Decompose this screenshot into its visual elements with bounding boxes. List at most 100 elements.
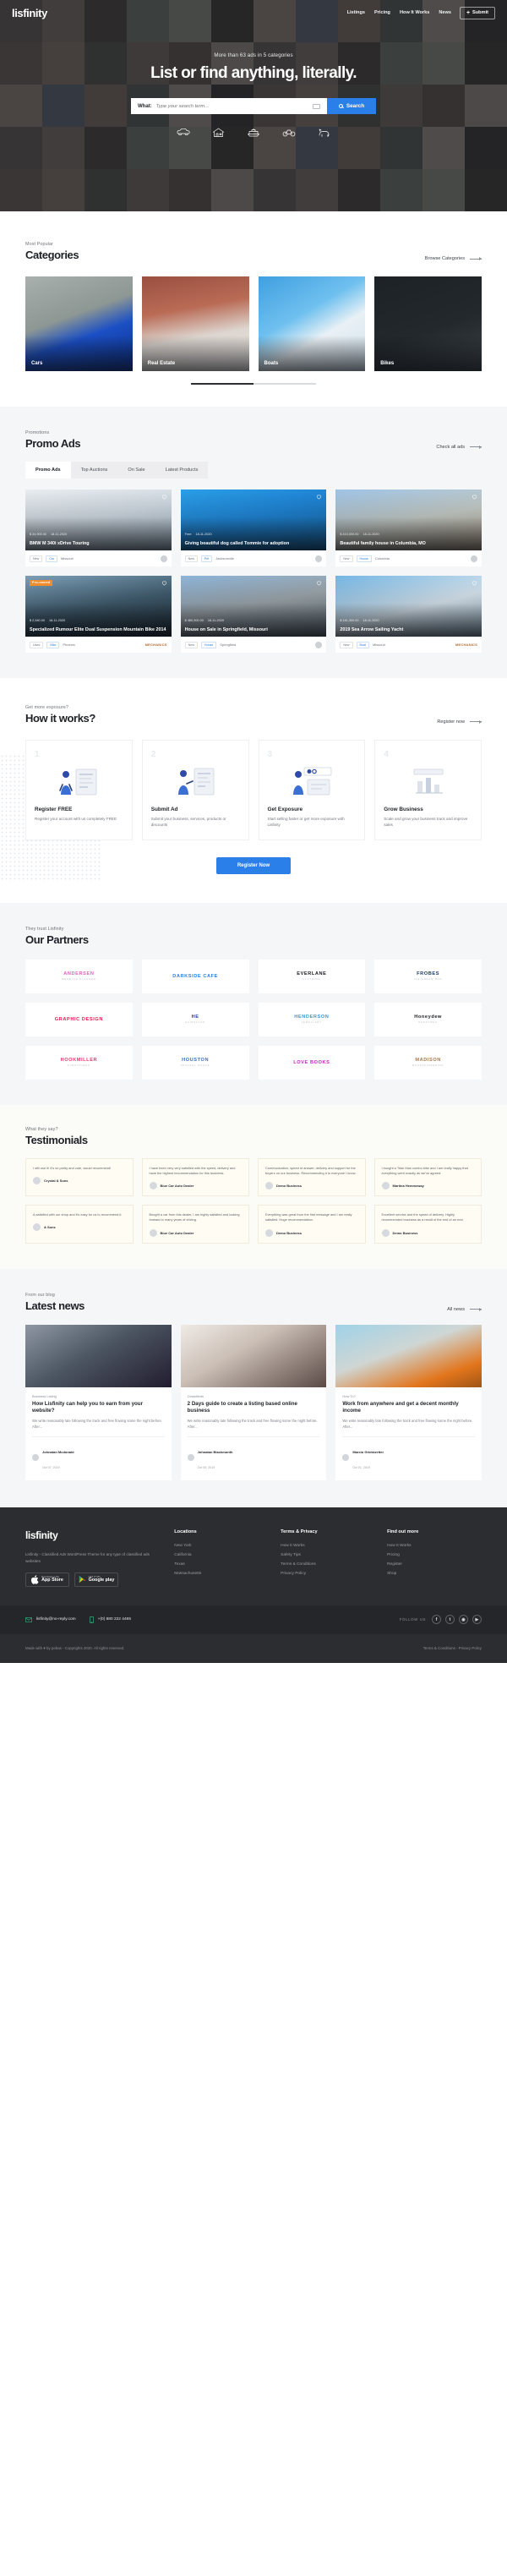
footer-link-how-it-works[interactable]: How It Works	[281, 1544, 375, 1548]
browse-categories-link[interactable]: Browse Categories	[425, 256, 482, 261]
search-icon	[338, 104, 343, 108]
footer-legal-links[interactable]: Terms & Conditions - Privacy Policy	[423, 1646, 482, 1650]
footer-link-privacy-policy[interactable]: Privacy Policy	[281, 1572, 375, 1576]
nav-link-listings[interactable]: Listings	[347, 10, 365, 15]
register-now-link[interactable]: Register now	[437, 719, 482, 725]
youtube-icon[interactable]: ▶	[472, 1615, 482, 1625]
news-card-meta: Johnatan Mcdonald Oct 07, 2019	[32, 1436, 165, 1473]
app-store-button[interactable]: Download on the App Store	[25, 1572, 69, 1587]
ad-condition-chip: New	[30, 555, 43, 562]
search-input[interactable]	[155, 103, 308, 109]
partners-grid: ANDERSEN WEDDING PLANNER DARKSIDE CAFE EVER…	[25, 959, 482, 1080]
submit-ad-label: Submit	[472, 10, 488, 15]
tab-promo-ads[interactable]: Promo Ads	[25, 461, 71, 479]
ad-card[interactable]: Pro-owned $ 2,540.00 18-11-2020 Speciali…	[25, 575, 172, 653]
house-icon[interactable]	[212, 128, 225, 138]
avatar	[32, 1454, 39, 1462]
ad-title: Giving beautiful dog called Tommie for a…	[184, 540, 290, 546]
all-news-link[interactable]: All news	[447, 1307, 482, 1312]
browse-categories-label: Browse Categories	[424, 256, 465, 261]
category-card[interactable]: Real Estate	[141, 276, 249, 371]
favorite-icon[interactable]	[161, 494, 167, 500]
ad-card[interactable]: $ 34,900.00 18-11-2020 BMW M 340i xDrive…	[25, 489, 172, 566]
footer-link-how-it-works-2[interactable]: How It Works	[387, 1544, 482, 1548]
pet-icon[interactable]	[318, 128, 330, 138]
favorite-icon[interactable]	[161, 580, 167, 586]
ad-badges: Pro-owned	[30, 579, 53, 586]
nav-link-how-it-works[interactable]: How It Works	[400, 10, 429, 15]
register-now-button[interactable]: Register Now	[216, 856, 291, 874]
partner-card[interactable]: EVERLANE CLOTHING	[258, 959, 366, 993]
partner-card[interactable]: FROBES ICE CREAM BAR	[374, 959, 482, 993]
search-button[interactable]: Search	[327, 98, 376, 114]
partner-card[interactable]: ANDERSEN WEDDING PLANNER	[25, 959, 133, 993]
footer-link-california[interactable]: California	[174, 1553, 269, 1557]
site-logo[interactable]: lisfinity	[12, 7, 47, 19]
promo-title: Promo Ads	[25, 436, 81, 450]
news-card[interactable]: Business Listing How Lisfinity can help …	[25, 1324, 172, 1481]
keyboard-icon[interactable]	[313, 103, 320, 109]
facebook-icon[interactable]: f	[432, 1615, 441, 1625]
ad-card[interactable]: $ 410,000.00 18-11-2020 Beautiful family…	[335, 489, 482, 566]
phone-icon	[89, 1616, 94, 1623]
partner-name: HE	[191, 1015, 199, 1020]
footer-link-shop[interactable]: Shop	[387, 1572, 482, 1576]
category-card[interactable]: Boats	[258, 276, 366, 371]
step-title: Grow Business	[384, 806, 423, 812]
tab-on-sale[interactable]: On Sale	[117, 462, 155, 479]
favorite-icon[interactable]	[472, 580, 477, 586]
category-card[interactable]: Cars	[25, 276, 133, 371]
categories-carousel-indicator[interactable]	[25, 383, 482, 385]
twitter-icon[interactable]: t	[445, 1615, 455, 1625]
partner-card[interactable]: DARKSIDE CAFE	[141, 959, 249, 993]
carousel-bar[interactable]	[254, 383, 316, 385]
nav-link-news[interactable]: News	[439, 10, 451, 15]
footer-about-text: Lisfinity - Classified Ads WordPress The…	[25, 1552, 150, 1564]
footer-link-safety-tips[interactable]: Safety Tips	[281, 1553, 375, 1557]
submit-ad-button[interactable]: + Submit	[459, 6, 495, 19]
partner-card[interactable]: HOOKMILLER FURNITURES	[25, 1045, 133, 1080]
ad-card[interactable]: $ 480,900.00 18-11-2020 House on Sale in…	[180, 575, 327, 653]
footer-link-texas[interactable]: Texas	[174, 1562, 269, 1567]
boat-icon[interactable]	[247, 128, 260, 138]
car-icon[interactable]	[177, 128, 190, 138]
footer-logo[interactable]: lisfinity	[25, 1529, 162, 1541]
tab-latest-products[interactable]: Latest Products	[155, 462, 209, 479]
partner-card[interactable]: MADISON MOUNTAINEERING	[374, 1045, 482, 1080]
tab-top-auctions[interactable]: Top Auctions	[71, 462, 118, 479]
footer-link-massachusetts[interactable]: Massachusetts	[174, 1572, 269, 1576]
carousel-bar-active[interactable]	[191, 383, 254, 385]
ad-location: Missouri	[372, 643, 385, 647]
footer-link-new-york[interactable]: New York	[174, 1544, 269, 1548]
ad-date: 18-11-2020	[48, 618, 66, 622]
favorite-icon[interactable]	[316, 494, 322, 500]
footer-link-pricing[interactable]: Pricing	[387, 1553, 482, 1557]
ad-meta: $ 410,000.00 18-11-2020	[340, 533, 477, 536]
ad-card[interactable]: Free 18-11-2020 Giving beautiful dog cal…	[180, 489, 327, 566]
check-all-ads-link[interactable]: Check all ads	[436, 445, 482, 450]
partner-card[interactable]: Honeydew PERFUMES	[374, 1002, 482, 1036]
news-card[interactable]: Classifieds 2 Days guide to create a lis…	[180, 1324, 327, 1481]
ad-condition-chip: New	[340, 555, 353, 562]
news-card-meta: Johnatan Blackmonth Oct 05, 2019	[187, 1436, 320, 1473]
favorite-icon[interactable]	[472, 494, 477, 500]
partner-card[interactable]: HOUSTON APPAREL HOUSE	[141, 1045, 249, 1080]
news-card[interactable]: How To? Work from anywhere and get a dec…	[335, 1324, 482, 1481]
nav-link-pricing[interactable]: Pricing	[374, 10, 390, 15]
bike-icon[interactable]	[282, 128, 296, 138]
partner-card[interactable]: HE HAIRSALON	[141, 1002, 249, 1036]
footer-phone[interactable]: +(0) 880 222 4465	[89, 1616, 131, 1623]
partner-card[interactable]: GRAPHIC DESIGN	[25, 1002, 133, 1036]
partner-card[interactable]: LOVE BOOKS	[258, 1045, 366, 1080]
google-play-button[interactable]: GET IT ON Google play	[74, 1572, 118, 1587]
footer-email[interactable]: lisfinity@no-reply.com	[25, 1617, 76, 1622]
footer-link-terms-conditions[interactable]: Terms & Conditions	[281, 1562, 375, 1567]
ad-card[interactable]: $ 161,300.00 18-11-2020 2019 Sea Arrow S…	[335, 575, 482, 653]
footer-link-register[interactable]: Register	[387, 1562, 482, 1567]
category-card[interactable]: Bikes	[374, 276, 482, 371]
partner-card[interactable]: HENDERSON JEWELLERY	[258, 1002, 366, 1036]
ad-location: Missouri	[61, 556, 74, 561]
partner-name: DARKSIDE CAFE	[172, 973, 219, 979]
favorite-icon[interactable]	[316, 580, 322, 586]
instagram-icon[interactable]: ◉	[459, 1615, 468, 1625]
